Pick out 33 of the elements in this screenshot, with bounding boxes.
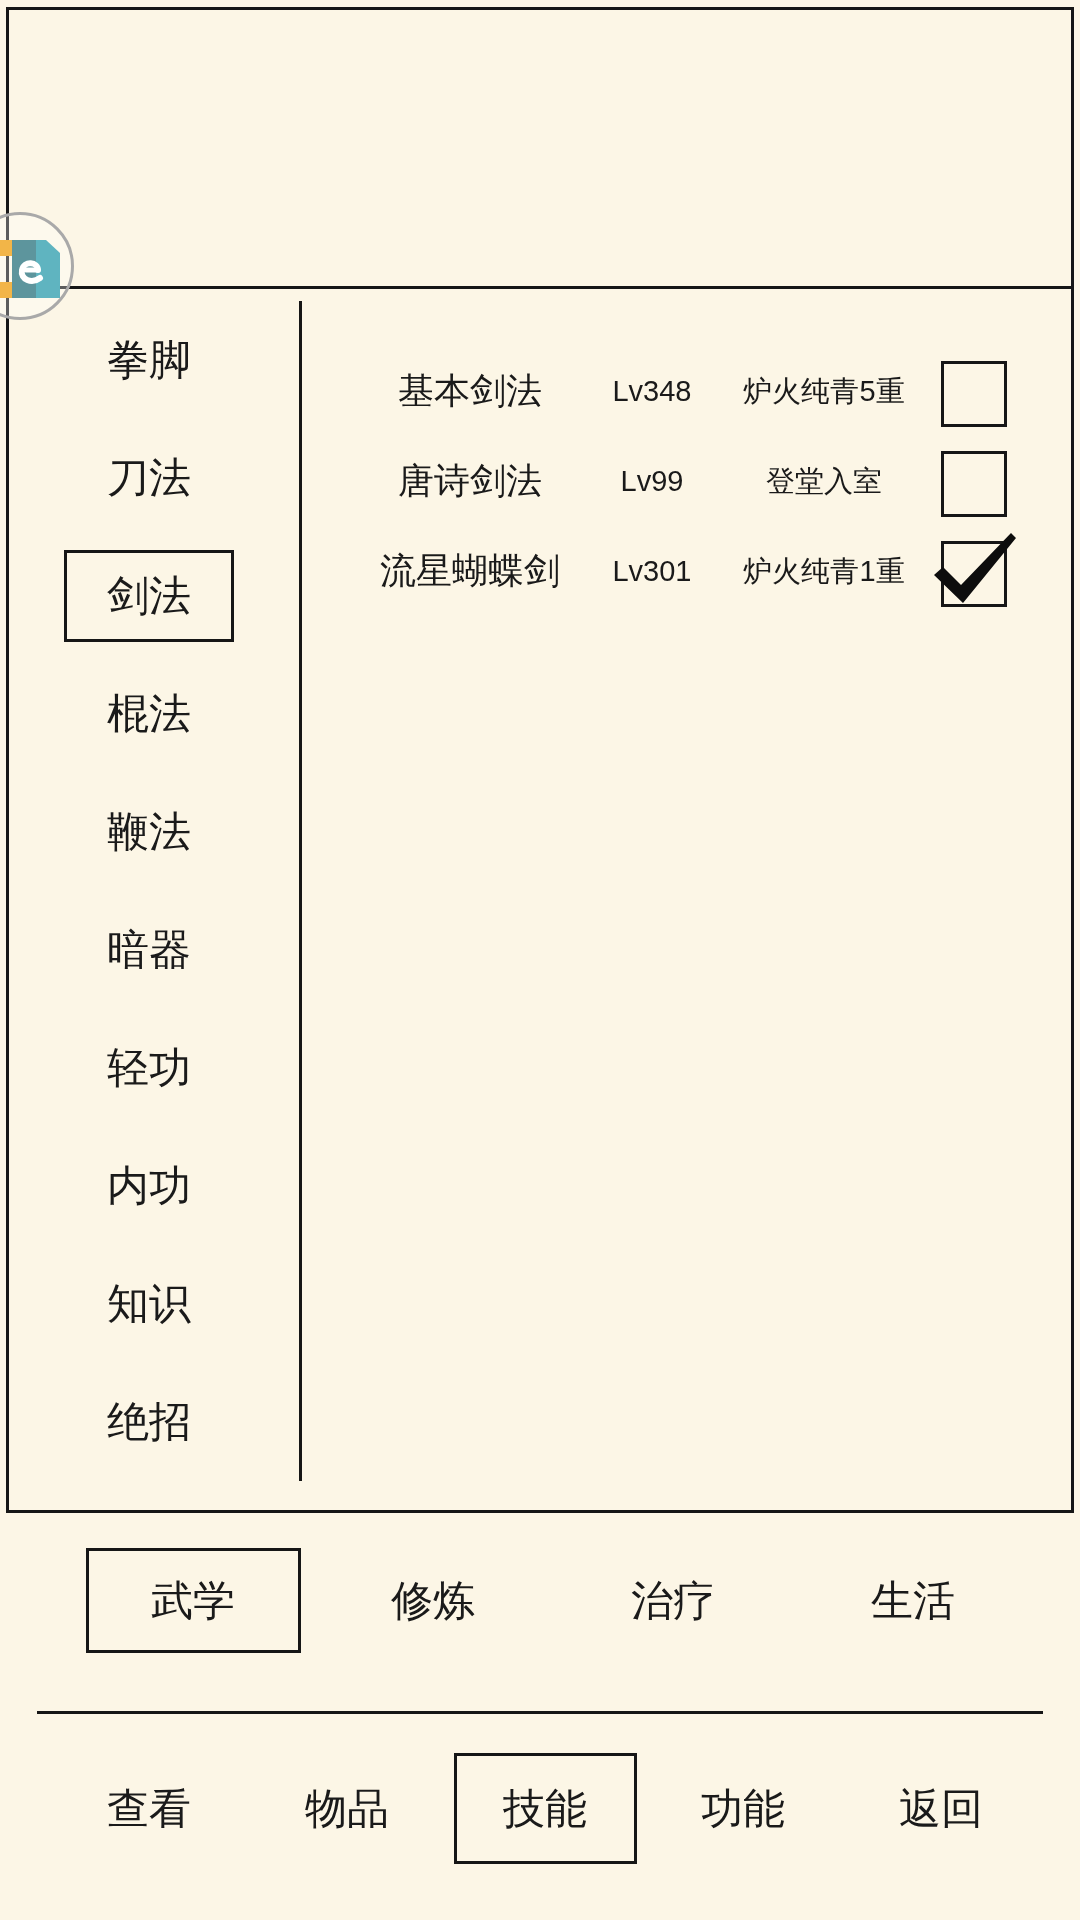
category-tab[interactable]: 拳脚 [107,339,191,381]
rank-label: 炉火纯青5重 [743,376,905,406]
skill-name: 基本剑法 [398,373,542,409]
rank-label: 登堂入室 [766,466,882,496]
nav-tab[interactable]: 查看 [107,1787,191,1830]
checkmark-icon [934,533,1016,603]
skill-tab[interactable]: 生活 [871,1579,955,1622]
nav-tab[interactable]: 技能 [453,1753,637,1864]
skill-name: 流星蝴蝶剑 [380,553,560,589]
document-icon [0,240,60,298]
category-tab[interactable]: 剑法 [64,550,234,642]
skill-name: 唐诗剑法 [398,463,542,499]
nav-tab[interactable]: 物品 [305,1787,389,1830]
level-label: Lv99 [620,466,684,496]
level-label: Lv348 [612,376,692,406]
checkbox[interactable] [941,361,1007,427]
checkbox[interactable] [941,451,1007,517]
skill-tab[interactable]: 修炼 [391,1579,475,1622]
skill-tab[interactable]: 治疗 [631,1579,715,1622]
floating-button[interactable] [0,212,74,320]
nav-tab[interactable]: 功能 [701,1787,785,1830]
category-tab[interactable]: 轻功 [107,1047,191,1089]
category-tab[interactable]: 暗器 [107,929,191,971]
nav-tab[interactable]: 返回 [899,1787,983,1830]
category-tab[interactable]: 鞭法 [107,811,191,853]
category-tab[interactable]: 棍法 [107,693,191,735]
rank-label: 炉火纯青1重 [743,556,905,586]
level-label: Lv301 [612,556,692,586]
category-tab[interactable]: 内功 [107,1165,191,1207]
category-tab[interactable]: 绝招 [107,1401,191,1443]
skill-tab[interactable]: 武学 [85,1548,301,1653]
category-tab[interactable]: 知识 [107,1283,191,1325]
category-tab[interactable]: 刀法 [107,457,191,499]
